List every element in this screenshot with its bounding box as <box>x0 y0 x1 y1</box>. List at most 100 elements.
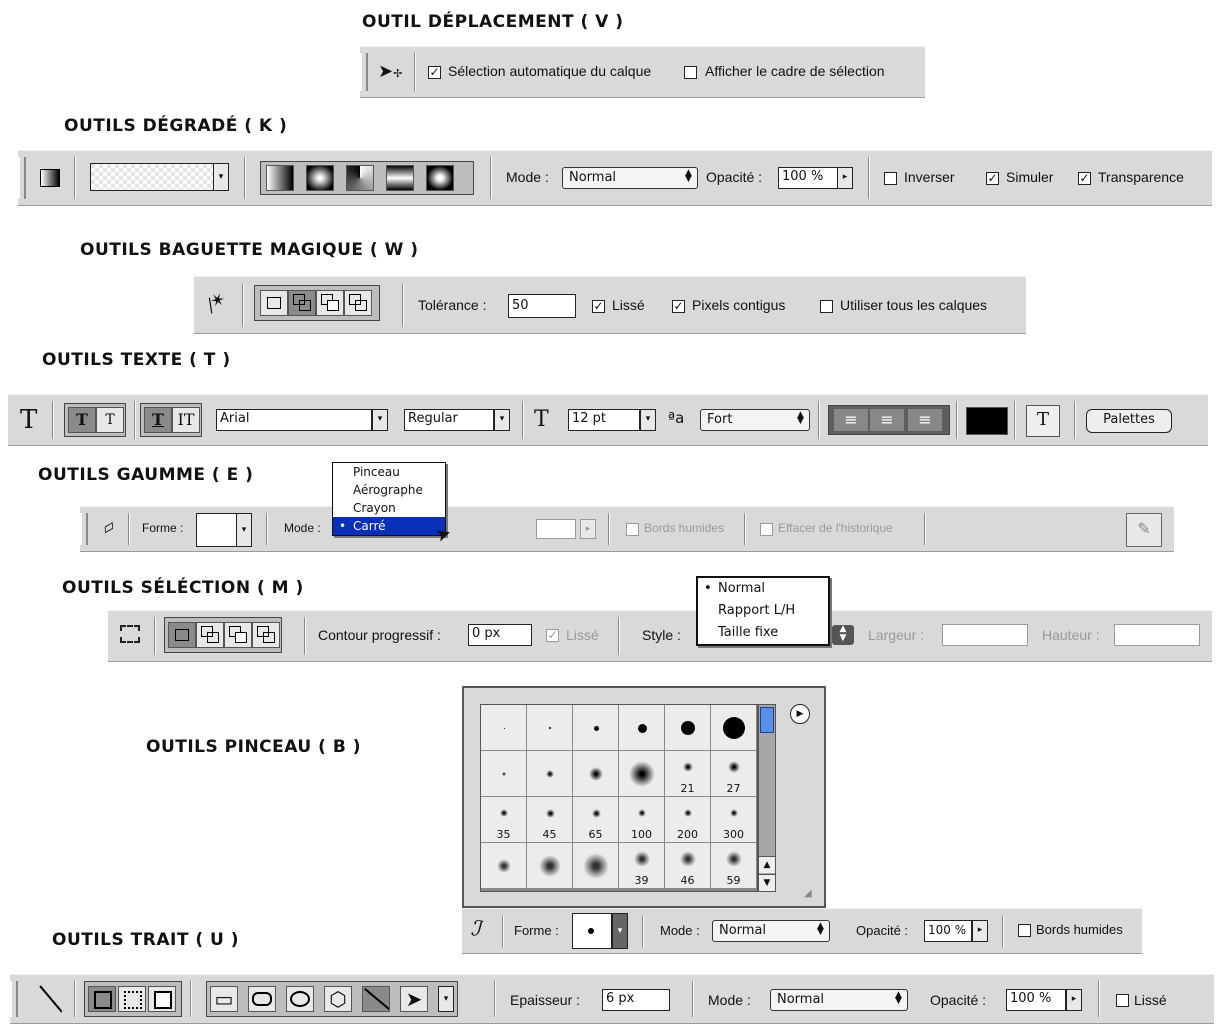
font-family-dropdown[interactable]: ▾ <box>372 409 388 431</box>
brush-mode-select[interactable]: Normal ▲ ▼ <box>712 920 830 942</box>
marquee-add-button[interactable] <box>196 622 224 648</box>
shape-dropdown[interactable]: ▾ <box>438 986 454 1012</box>
marquee-subtract-button[interactable] <box>224 622 252 648</box>
brush-preset-cell[interactable] <box>619 705 665 751</box>
brush-preset-cell[interactable] <box>619 751 665 797</box>
transparency-checkbox[interactable]: ✓ <box>1078 172 1091 185</box>
gradient-picker[interactable] <box>90 163 216 191</box>
brush-preset-cell[interactable] <box>527 751 573 797</box>
brush-preset-cell[interactable]: 200 <box>665 797 711 843</box>
width-field[interactable] <box>942 624 1028 646</box>
eraser-mode-option[interactable]: Pinceau <box>333 463 445 481</box>
marquee-new-button[interactable] <box>168 622 196 648</box>
font-size-field[interactable]: 12 pt <box>568 409 640 431</box>
reverse-checkbox[interactable] <box>884 172 897 185</box>
brush-opacity-slider-button[interactable]: ▸ <box>972 920 988 942</box>
tolerance-field[interactable]: 50 <box>508 294 576 318</box>
eraser-mode-option-selected[interactable]: • Carré <box>333 517 445 535</box>
eraser-opacity-field[interactable] <box>536 519 576 539</box>
brush-preset-cell[interactable]: 35 <box>481 797 527 843</box>
brush-preset-cell[interactable] <box>481 843 527 889</box>
brush-preset-cell[interactable]: 59 <box>711 843 757 889</box>
style-option-selected[interactable]: • Normal <box>698 578 828 600</box>
all-layers-checkbox[interactable] <box>820 300 833 313</box>
feather-field[interactable]: 0 px <box>468 624 532 646</box>
brush-preset-cell[interactable]: 39 <box>619 843 665 889</box>
line-mode-select[interactable]: Normal ▲ ▼ <box>770 989 908 1011</box>
dither-checkbox[interactable]: ✓ <box>986 172 999 185</box>
eraser-mode-option[interactable]: Aérographe <box>333 481 445 499</box>
vertical-text-button[interactable]: T <box>96 407 124 433</box>
font-size-dropdown[interactable]: ▾ <box>640 409 656 431</box>
brush-preset-cell[interactable] <box>527 705 573 751</box>
rectangle-shape-button[interactable]: ▭ <box>210 986 238 1012</box>
line-weight-field[interactable]: 6 px <box>602 989 670 1011</box>
show-bounds-checkbox[interactable] <box>684 66 697 79</box>
style-option[interactable]: Taille fixe <box>698 622 828 644</box>
brush-preset-cell[interactable] <box>665 705 711 751</box>
bar-grip[interactable] <box>360 53 368 91</box>
brush-wet-edges-checkbox[interactable] <box>1018 924 1031 937</box>
eraser-opacity-slider-button[interactable]: ▸ <box>580 519 596 539</box>
brush-preset-cell[interactable]: 27 <box>711 751 757 797</box>
text-layer-button[interactable]: T <box>144 407 172 433</box>
polygon-shape-button[interactable]: ⬡ <box>324 986 352 1012</box>
work-path-button[interactable] <box>118 986 146 1012</box>
brush-preset-cell[interactable]: 65 <box>573 797 619 843</box>
scroll-up-icon[interactable]: ▲ <box>759 856 775 873</box>
linear-gradient-button[interactable] <box>266 165 294 191</box>
line-opacity-slider-button[interactable]: ▸ <box>1066 989 1082 1011</box>
fill-pixels-button[interactable] <box>148 986 176 1012</box>
erase-history-checkbox[interactable] <box>760 523 773 536</box>
brush-preset-cell[interactable] <box>481 751 527 797</box>
intersect-selection-button[interactable] <box>344 290 372 316</box>
gradient-opacity-slider-button[interactable]: ▸ <box>837 167 853 189</box>
eraser-shape-dropdown[interactable]: ▾ <box>236 513 252 547</box>
brush-preset-cell[interactable] <box>573 751 619 797</box>
eraser-shape-field[interactable] <box>196 513 238 547</box>
auto-select-checkbox[interactable]: ✓ <box>428 66 441 79</box>
brush-shape-field[interactable] <box>572 913 612 949</box>
scroll-down-icon[interactable]: ▼ <box>759 874 775 891</box>
scroll-thumb[interactable] <box>760 707 774 733</box>
resize-grip-icon[interactable]: ◢ <box>804 888 812 899</box>
brush-preset-cell[interactable] <box>527 843 573 889</box>
brush-preset-cell[interactable]: 46 <box>665 843 711 889</box>
brush-preset-cell[interactable] <box>481 705 527 751</box>
font-family-field[interactable]: Arial <box>216 409 372 431</box>
brush-preset-cell[interactable] <box>573 843 619 889</box>
airbrush-toggle-icon[interactable]: ✎ <box>1126 513 1162 547</box>
wand-antialias-checkbox[interactable]: ✓ <box>592 300 605 313</box>
line-antialias-checkbox[interactable] <box>1116 994 1129 1007</box>
new-selection-button[interactable] <box>260 290 288 316</box>
ellipse-shape-button[interactable] <box>286 986 314 1012</box>
brush-scrollbar[interactable]: ▲ ▼ <box>758 704 776 892</box>
align-right-icon[interactable]: ≡ <box>908 409 942 431</box>
palettes-button[interactable]: Palettes <box>1086 409 1172 433</box>
reflected-gradient-button[interactable] <box>386 165 414 191</box>
marquee-intersect-button[interactable] <box>252 622 280 648</box>
palette-menu-icon[interactable]: ▶ <box>790 704 810 724</box>
brush-shape-dropdown[interactable]: ▾ <box>612 913 628 949</box>
rounded-rect-shape-button[interactable] <box>248 986 276 1012</box>
text-color-swatch[interactable] <box>966 407 1008 435</box>
height-field[interactable] <box>1114 624 1200 646</box>
add-selection-button[interactable] <box>288 290 316 316</box>
align-center-icon[interactable]: ≡ <box>870 409 904 431</box>
style-option[interactable]: Rapport L/H <box>698 600 828 622</box>
gradient-opacity-field[interactable]: 100 % <box>778 167 838 189</box>
brush-preset-cell[interactable]: 100 <box>619 797 665 843</box>
line-opacity-field[interactable]: 100 % <box>1006 989 1066 1011</box>
text-mask-button[interactable]: IT <box>172 407 200 433</box>
contiguous-checkbox[interactable]: ✓ <box>672 300 685 313</box>
custom-shape-button[interactable]: ➤ <box>400 986 428 1012</box>
font-style-field[interactable]: Regular <box>404 409 494 431</box>
brush-preset-cell[interactable] <box>573 705 619 751</box>
font-style-dropdown[interactable]: ▾ <box>494 409 510 431</box>
bar-grip[interactable] <box>80 513 88 545</box>
eraser-wet-edges-checkbox[interactable] <box>626 523 639 536</box>
style-select-arrow[interactable]: ▲ ▼ <box>832 625 854 645</box>
gradient-picker-dropdown[interactable]: ▾ <box>213 163 229 191</box>
align-left-icon[interactable]: ≡ <box>834 409 868 431</box>
marquee-antialias-checkbox[interactable]: ✓ <box>546 629 559 642</box>
